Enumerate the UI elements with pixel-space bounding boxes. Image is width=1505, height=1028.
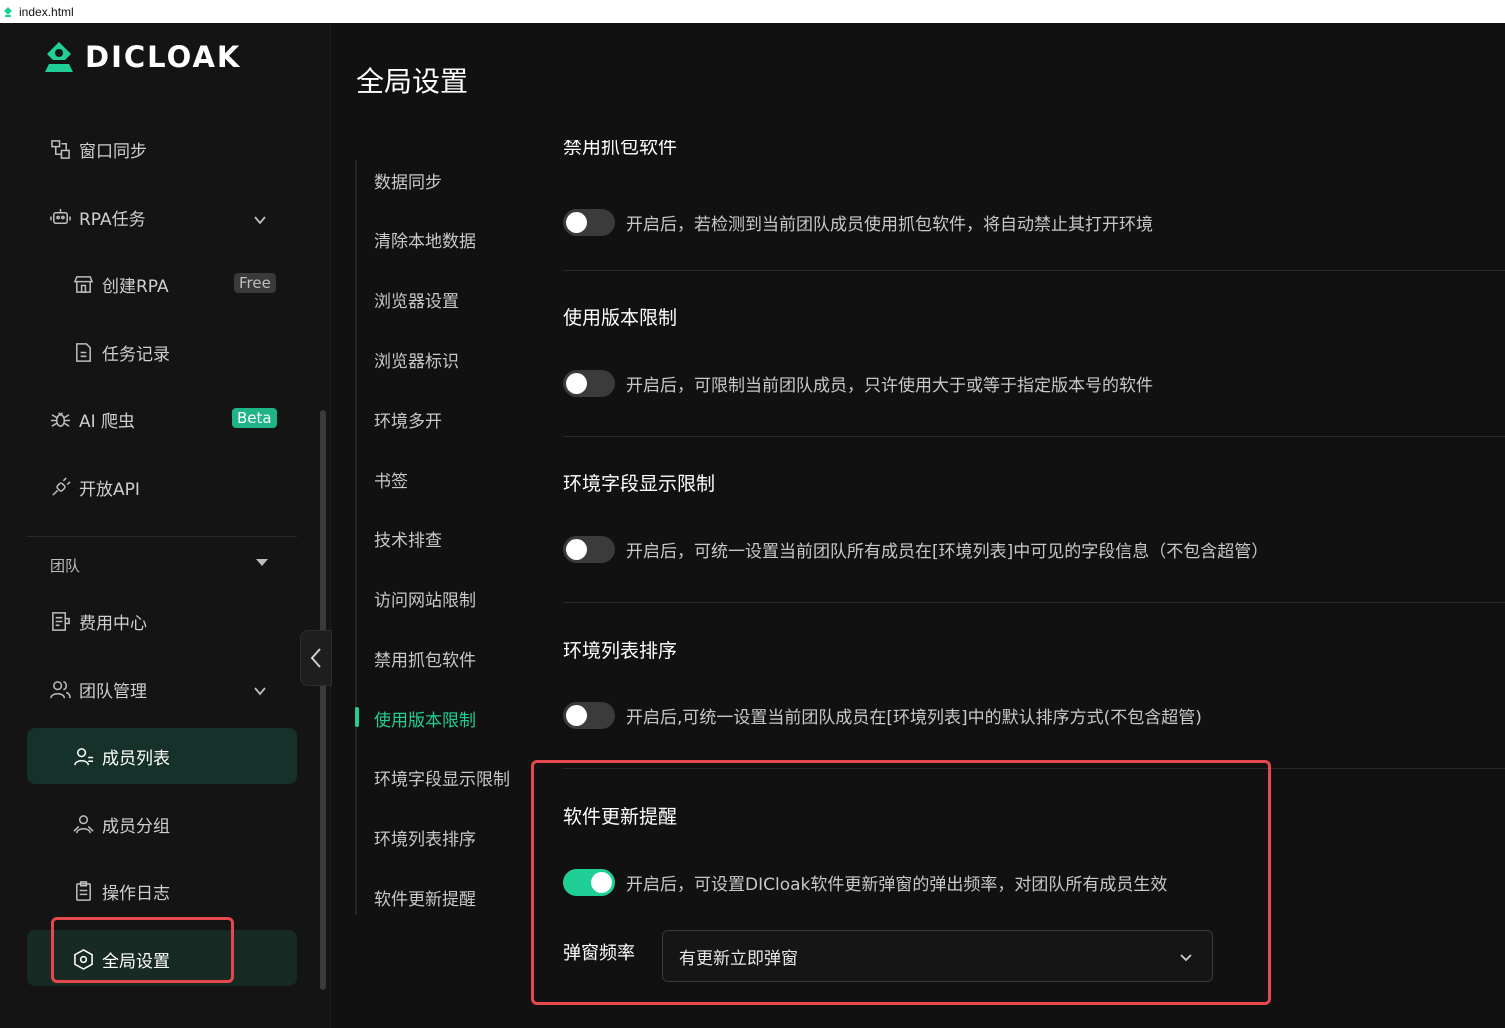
- subnav-item-site-access-limit[interactable]: 访问网站限制: [374, 586, 476, 611]
- toggle-field-display-limit[interactable]: [563, 536, 615, 563]
- toggle-knob: [566, 212, 587, 233]
- sidebar-item-label: RPA任务: [79, 210, 146, 230]
- user-list-icon: [72, 746, 94, 768]
- sidebar: [0, 23, 331, 1028]
- clipboard-icon: [72, 881, 94, 903]
- section-title-disable-capture: 禁用抓包软件: [563, 140, 678, 158]
- subnav-item-browser-settings[interactable]: 浏览器设置: [374, 287, 459, 312]
- sidebar-item-label: AI 爬虫: [79, 412, 136, 432]
- sidebar-scrollbar[interactable]: [320, 410, 326, 990]
- section-desc-field-display-limit: 开启后，可统一设置当前团队所有成员在[环境列表]中可见的字段信息（不包含超管）: [626, 542, 1269, 562]
- toggle-list-sort[interactable]: [563, 702, 615, 729]
- window-title-bar: index.html: [0, 0, 1505, 23]
- dicloak-logo-icon: [45, 42, 73, 72]
- subnav-active-indicator: [355, 707, 359, 727]
- toggle-knob: [566, 539, 587, 560]
- section-divider: [563, 602, 1505, 603]
- toggle-knob: [566, 705, 587, 726]
- subnav-item-clear-local-data[interactable]: 清除本地数据: [374, 227, 476, 252]
- caret-down-icon[interactable]: [256, 559, 268, 566]
- bill-icon: [49, 611, 71, 633]
- sidebar-item-label: 费用中心: [79, 614, 147, 634]
- sidebar-item-label: 团队管理: [79, 682, 147, 702]
- brand-name: DICLOAK: [85, 40, 242, 74]
- free-badge: Free: [234, 273, 276, 293]
- section-divider: [563, 270, 1505, 271]
- sidebar-item-label: 窗口同步: [79, 142, 147, 162]
- subnav-item-browser-fingerprint[interactable]: 浏览器标识: [374, 347, 459, 372]
- sidebar-item-label: 成员列表: [102, 749, 170, 769]
- subnav-track: [355, 160, 357, 915]
- brand-logo: DICLOAK: [43, 40, 241, 74]
- subnav-item-troubleshoot[interactable]: 技术排查: [374, 526, 442, 551]
- toggle-knob: [566, 373, 587, 394]
- subnav-item-update-reminder[interactable]: 软件更新提醒: [374, 885, 476, 910]
- sidebar-item-operation-logs[interactable]: 操作日志: [72, 879, 170, 904]
- section-title-list-sort: 环境列表排序: [563, 640, 678, 662]
- subnav-item-disable-capture[interactable]: 禁用抓包软件: [374, 646, 476, 671]
- highlight-box-update-reminder: [531, 760, 1271, 1005]
- robot-icon: [49, 207, 71, 229]
- team-section-label: 团队: [50, 557, 81, 575]
- toggle-disable-capture[interactable]: [563, 209, 615, 236]
- sidebar-item-open-api[interactable]: 开放API: [49, 475, 140, 500]
- section-desc-disable-capture: 开启后，若检测到当前团队成员使用抓包软件，将自动禁止其打开环境: [626, 215, 1153, 235]
- sidebar-divider: [27, 536, 297, 537]
- collapse-sidebar-button[interactable]: [300, 630, 332, 686]
- subnav-item-bookmarks[interactable]: 书签: [374, 467, 408, 492]
- sidebar-item-task-records[interactable]: 任务记录: [72, 340, 170, 365]
- store-icon: [72, 274, 94, 296]
- app-favicon-icon: [4, 6, 12, 17]
- subnav-item-multi-env[interactable]: 环境多开: [374, 407, 442, 432]
- chevron-down-icon[interactable]: [253, 683, 267, 697]
- window-sync-icon: [49, 139, 71, 161]
- sidebar-item-label: 操作日志: [102, 884, 170, 904]
- sidebar-item-member-groups[interactable]: 成员分组: [72, 812, 170, 837]
- beta-badge: Beta: [232, 408, 277, 428]
- subnav-item-list-sort[interactable]: 环境列表排序: [374, 825, 476, 850]
- subnav-item-data-sync[interactable]: 数据同步: [374, 168, 442, 193]
- plug-icon: [49, 477, 71, 499]
- section-title-version-limit: 使用版本限制: [563, 307, 678, 329]
- sidebar-item-rpa-tasks[interactable]: RPA任务: [49, 205, 146, 230]
- sidebar-item-member-list[interactable]: 成员列表: [72, 744, 170, 769]
- sidebar-item-label: 开放API: [79, 480, 140, 500]
- sidebar-item-create-rpa[interactable]: 创建RPA: [72, 272, 169, 297]
- sidebar-item-label: 成员分组: [102, 817, 170, 837]
- sidebar-item-window-sync[interactable]: 窗口同步: [49, 137, 147, 162]
- sidebar-item-team-management[interactable]: 团队管理: [49, 677, 147, 702]
- spider-icon: [49, 409, 71, 431]
- sidebar-item-label: 任务记录: [102, 345, 170, 365]
- highlight-box-global-settings: [51, 917, 234, 983]
- section-title-field-display-limit: 环境字段显示限制: [563, 473, 716, 495]
- section-desc-list-sort: 开启后,可统一设置当前团队成员在[环境列表]中的默认排序方式(不包含超管): [626, 708, 1202, 728]
- toggle-version-limit[interactable]: [563, 370, 615, 397]
- sidebar-item-ai-crawler[interactable]: AI 爬虫: [49, 407, 135, 432]
- chevron-left-icon: [310, 648, 321, 668]
- section-desc-version-limit: 开启后，可限制当前团队成员，只许使用大于或等于指定版本号的软件: [626, 376, 1153, 396]
- window-tab-title: index.html: [19, 4, 74, 19]
- subnav-item-version-limit[interactable]: 使用版本限制: [374, 706, 476, 731]
- users-icon: [49, 679, 71, 701]
- page-title: 全局设置: [356, 65, 469, 98]
- sidebar-item-label: 创建RPA: [102, 277, 169, 297]
- chevron-down-icon[interactable]: [253, 212, 267, 226]
- subnav-item-field-display-limit[interactable]: 环境字段显示限制: [374, 765, 510, 790]
- user-group-icon: [72, 814, 94, 836]
- document-icon: [72, 342, 94, 364]
- section-divider: [563, 436, 1505, 437]
- sidebar-item-billing-center[interactable]: 费用中心: [49, 609, 147, 634]
